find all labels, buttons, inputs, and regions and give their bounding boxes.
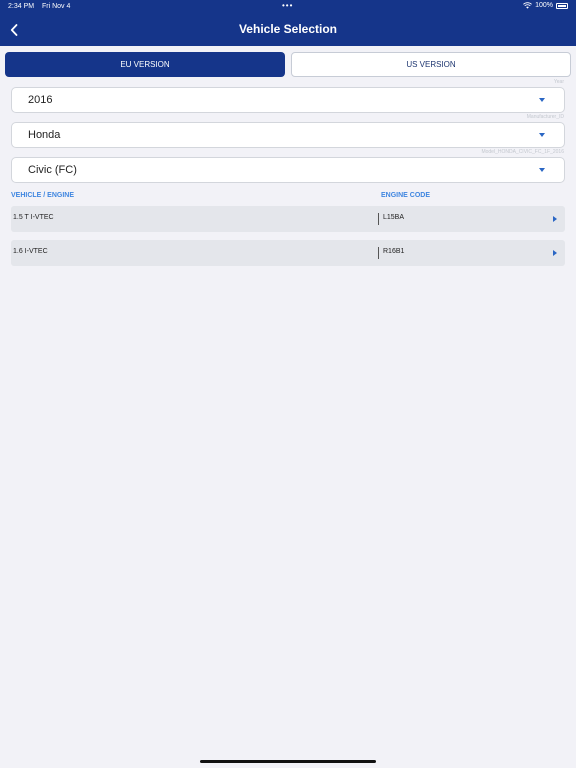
chevron-right-icon [553, 250, 557, 256]
wifi-icon [523, 2, 533, 9]
status-time: 2:34 PM [8, 3, 35, 10]
year-value: 2016 [28, 94, 53, 106]
us-version-tab[interactable]: US VERSION [291, 52, 571, 77]
column-header-engine: VEHICLE / ENGINE [11, 192, 75, 199]
model-value: Civic (FC) [28, 164, 77, 176]
eu-version-tab[interactable]: EU VERSION [5, 52, 285, 77]
chevron-down-icon [539, 133, 545, 137]
header-bar: 2:34 PM Fri Nov 4 ••• 100% Vehicle Selec… [0, 0, 576, 46]
year-field-hint: Year [553, 79, 564, 85]
status-date: Fri Nov 4 [42, 3, 71, 10]
table-row[interactable]: 1.5 T I-VTEC L15BA [11, 206, 565, 232]
column-divider [378, 247, 379, 259]
status-right: 100% [523, 2, 568, 9]
chevron-right-icon [553, 216, 557, 222]
page-title: Vehicle Selection [238, 22, 338, 36]
engine-name: 1.5 T I-VTEC [13, 214, 54, 221]
home-indicator[interactable] [200, 760, 376, 763]
column-divider [378, 213, 379, 225]
battery-percent: 100% [535, 2, 553, 9]
multitasking-dots[interactable]: ••• [282, 1, 293, 10]
table-row[interactable]: 1.6 I-VTEC R16B1 [11, 240, 565, 266]
model-select[interactable]: Civic (FC) [11, 157, 565, 183]
engine-code: R16B1 [383, 248, 405, 255]
chevron-down-icon [539, 168, 545, 172]
manufacturer-value: Honda [28, 129, 61, 141]
chevron-down-icon [539, 98, 545, 102]
engine-code: L15BA [383, 214, 405, 221]
manufacturer-field-hint: Manufacturer_ID [526, 114, 564, 120]
column-header-engine-code: ENGINE CODE [381, 192, 431, 199]
model-field-hint: Model_HONDA_CIVIC_FC_1F_2016 [481, 149, 564, 155]
year-select[interactable]: 2016 [11, 87, 565, 113]
engine-name: 1.6 I-VTEC [13, 248, 48, 255]
battery-icon [556, 2, 568, 9]
manufacturer-select[interactable]: Honda [11, 122, 565, 148]
